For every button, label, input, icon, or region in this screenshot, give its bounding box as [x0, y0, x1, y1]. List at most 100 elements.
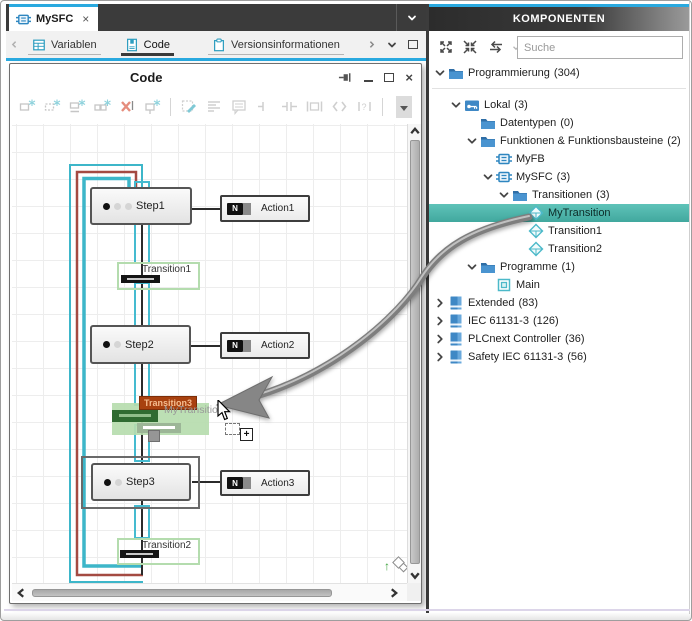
edit-elements-icon[interactable]: [180, 98, 198, 116]
tree-item-datentypen[interactable]: Datentypen (0): [429, 114, 689, 132]
delete-element-icon[interactable]: [118, 98, 136, 116]
chevron-down-icon[interactable]: [433, 66, 447, 80]
chevron-down-icon[interactable]: [497, 188, 511, 202]
tree-item-mysfc[interactable]: MySFC (3): [429, 168, 689, 186]
chevron-right-icon[interactable]: [433, 314, 447, 328]
step-label: Step2: [125, 339, 154, 351]
tab-list-button[interactable]: [396, 4, 426, 31]
tree-item-iec-61131-3[interactable]: IEC 61131-3 (126): [429, 312, 689, 330]
pin-icon[interactable]: [338, 70, 353, 85]
drop-transition-bar: [112, 410, 158, 422]
scroll-left-icon[interactable]: [14, 586, 28, 600]
chevron-down-icon[interactable]: [465, 134, 479, 148]
panel-title: KOMPONENTEN: [513, 13, 605, 25]
sfc-action-action2[interactable]: N Action2: [220, 332, 310, 359]
zoom-dropdown[interactable]: [396, 96, 412, 118]
sfc-action-action3[interactable]: N Action3: [220, 470, 310, 496]
tab-versionsinformationen[interactable]: Versionsinformationen: [202, 31, 350, 58]
minimize-icon[interactable]: [364, 80, 373, 82]
chevron-down-icon[interactable]: [386, 39, 398, 51]
insert-step-transition-icon[interactable]: [43, 98, 61, 116]
tab-variablen[interactable]: Variablen: [22, 31, 107, 58]
network-icon[interactable]: [305, 98, 323, 116]
scroll-right-icon[interactable]: [387, 586, 401, 600]
tree-item-transitionen[interactable]: Transitionen (3): [429, 186, 689, 204]
action-label: Action2: [261, 340, 294, 351]
tab-code[interactable]: Code: [115, 31, 180, 58]
sfc-action-action1[interactable]: N Action1: [220, 195, 310, 222]
editor-tab-mysfc[interactable]: MySFC ×: [9, 4, 98, 31]
insert-transition-icon[interactable]: [68, 98, 86, 116]
transition-bar: [121, 275, 160, 283]
close-icon[interactable]: ×: [82, 13, 89, 25]
folder-icon: [480, 115, 496, 131]
tree-item-funktionen[interactable]: Funktionen & Funktionsbausteine (2): [429, 132, 689, 150]
tree-item-lokal[interactable]: Lokal (3): [429, 96, 689, 114]
tree-label: Main: [516, 279, 540, 291]
align-icon[interactable]: [205, 98, 223, 116]
insert-action-icon[interactable]: [93, 98, 111, 116]
tree-item-extended[interactable]: Extended (83): [429, 294, 689, 312]
chevron-down-icon[interactable]: [449, 98, 463, 112]
chevron-down-icon: [406, 12, 418, 24]
tree-item-programme[interactable]: Programme (1): [429, 258, 689, 276]
tree-item-programmierung[interactable]: Programmierung (304): [429, 63, 689, 82]
chevron-down-icon[interactable]: [481, 170, 495, 184]
step-dot: [114, 203, 121, 210]
sfc-step-step2[interactable]: Step2: [90, 325, 191, 364]
panel-header[interactable]: KOMPONENTEN: [429, 7, 689, 31]
collapse-all-icon[interactable]: [462, 39, 478, 55]
chevron-right-icon[interactable]: [433, 296, 447, 310]
initial-step-dot: [103, 203, 110, 210]
chevron-down-icon[interactable]: [465, 260, 479, 274]
comment-icon[interactable]: [230, 98, 248, 116]
code-window-titlebar[interactable]: Code ×: [10, 64, 421, 91]
library-book-icon: [448, 313, 464, 329]
navigate-overview-icon[interactable]: ↑: [384, 556, 407, 576]
qualifier-extension: [243, 477, 251, 489]
bottom-status-line: [4, 609, 690, 611]
tree-count: (3): [514, 99, 527, 111]
conditional-icon[interactable]: ?: [355, 98, 373, 116]
scroll-up-icon[interactable]: [409, 124, 421, 138]
tree-label: Transition2: [548, 243, 602, 255]
tab-label: Code: [144, 39, 170, 51]
scroll-tabs-right-button[interactable]: [367, 39, 376, 50]
tree-item-main[interactable]: Main: [429, 276, 689, 294]
tree-item-myfb[interactable]: MyFB: [429, 150, 689, 168]
sfc-transition-transition2[interactable]: Transition2: [117, 538, 200, 565]
tree-label: Datentypen: [500, 117, 556, 129]
search-input[interactable]: [517, 36, 683, 59]
maximize-icon[interactable]: [384, 73, 394, 82]
tree-item-plcnext-controller[interactable]: PLCnext Controller (36): [429, 330, 689, 348]
sfc-step-step3[interactable]: Step3: [91, 463, 191, 501]
tree-item-transition1[interactable]: Transition1: [429, 222, 689, 240]
sfc-canvas[interactable]: Step1 Step2 Step3 N Action1 N Action2: [12, 124, 407, 583]
contact-icon[interactable]: [280, 98, 298, 116]
tree-label: Transition1: [548, 225, 602, 237]
maximize-view-icon[interactable]: [408, 40, 418, 49]
tree-item-mytransition[interactable]: MyTransition: [429, 204, 689, 222]
tree-item-transition2[interactable]: Transition2: [429, 240, 689, 258]
chevron-right-icon[interactable]: [433, 350, 447, 364]
horizontal-scrollbar[interactable]: [12, 583, 407, 601]
tree-item-safety-iec-61131-3[interactable]: Safety IEC 61131-3 (56): [429, 348, 689, 366]
scroll-tabs-left-button[interactable]: [6, 39, 22, 50]
folder-icon: [512, 187, 528, 203]
vertical-scrollbar-thumb[interactable]: [410, 140, 420, 564]
left-powerrail-icon[interactable]: [255, 98, 273, 116]
sfc-transition-transition1[interactable]: Transition1: [117, 262, 200, 290]
insert-step-icon[interactable]: [18, 98, 36, 116]
inline-code-icon[interactable]: [330, 98, 348, 116]
sfc-step-step1[interactable]: Step1: [90, 187, 192, 225]
insert-jump-icon[interactable]: [143, 98, 161, 116]
close-icon[interactable]: ×: [405, 71, 413, 84]
expand-all-icon[interactable]: [438, 39, 454, 55]
sync-selection-icon[interactable]: [488, 39, 504, 55]
vertical-scrollbar[interactable]: [407, 124, 421, 583]
chevron-right-icon[interactable]: [433, 332, 447, 346]
function-block-icon: [496, 169, 512, 185]
scroll-down-icon[interactable]: [409, 568, 421, 582]
horizontal-scrollbar-thumb[interactable]: [32, 589, 332, 597]
step-label: Step3: [126, 476, 155, 488]
